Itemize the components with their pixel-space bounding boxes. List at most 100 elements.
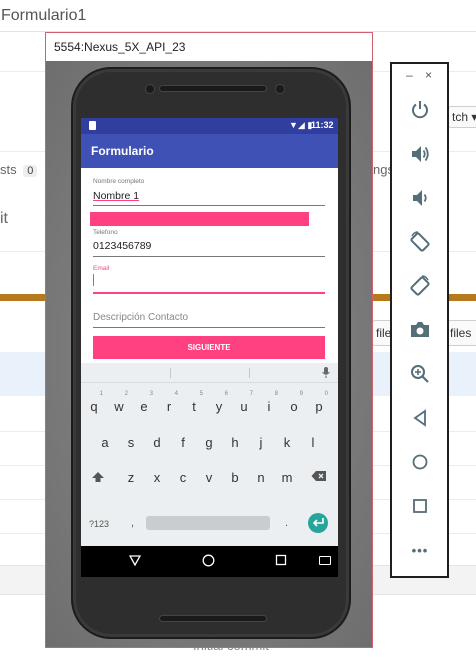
name-label: Nombre completo (93, 178, 145, 185)
key-l[interactable]: l (304, 435, 322, 450)
back-button[interactable] (400, 402, 440, 434)
key-h[interactable]: h (226, 435, 244, 450)
branch-dropdown[interactable]: tch ▾ (448, 106, 476, 128)
proximity-sensor (275, 84, 285, 94)
contact-form: Nombre completo Nombre 1 Telefono 012345… (81, 168, 338, 363)
key-hint: 1 (99, 391, 103, 397)
key-k[interactable]: k (278, 435, 296, 450)
key-c[interactable]: c (174, 470, 192, 485)
space-key[interactable] (146, 516, 270, 530)
comma-key[interactable]: , (131, 517, 134, 529)
key-f[interactable]: f (174, 435, 192, 450)
shift-key[interactable] (89, 470, 107, 487)
back-icon (413, 409, 426, 427)
phone-value: 0123456789 (93, 240, 152, 252)
period-key[interactable]: . (285, 517, 288, 529)
key-hint: 5 (199, 391, 203, 397)
key-label: y (215, 399, 223, 414)
front-camera (145, 84, 155, 94)
volume-up-icon (412, 146, 429, 162)
overview-button[interactable] (400, 490, 440, 522)
key-j[interactable]: j (252, 435, 270, 450)
app-bar-title: Formulario (91, 144, 154, 158)
device-screen[interactable]: ▼◢ ▮ 11:32 Formulario Nombre completo No… (81, 118, 338, 577)
app-bar: Formulario (81, 134, 338, 168)
minimize-button[interactable]: – (406, 68, 413, 82)
recents-nav-icon[interactable] (275, 554, 287, 569)
rotate-left-button[interactable] (400, 226, 440, 258)
key-n[interactable]: n (252, 470, 270, 485)
microphone-icon[interactable] (322, 367, 330, 381)
phone-label: Telefono (93, 229, 118, 236)
key-a[interactable]: a (96, 435, 114, 450)
volume-down-icon (413, 190, 427, 206)
key-w[interactable]: 2w (110, 391, 128, 414)
key-u[interactable]: 7u (235, 391, 253, 414)
key-g[interactable]: g (200, 435, 218, 450)
screenshot-button[interactable] (400, 314, 440, 346)
more-button[interactable]: ••• (400, 534, 440, 566)
volume-up-button[interactable] (400, 138, 440, 170)
volume-down-button[interactable] (400, 182, 440, 214)
key-label: t (192, 399, 196, 414)
keyboard-switch-icon[interactable] (319, 556, 331, 565)
symbols-key[interactable]: ?123 (89, 519, 109, 529)
backspace-key[interactable] (310, 470, 328, 485)
power-icon (412, 101, 428, 119)
description-field[interactable]: Descripción Contacto (93, 312, 188, 323)
changes-tab[interactable]: sts 0 (0, 162, 38, 177)
next-button[interactable]: SIGUIENTE (93, 336, 325, 359)
key-hint: 2 (124, 391, 128, 397)
changes-count-badge: 0 (23, 165, 38, 177)
rotate-right-icon (410, 275, 430, 296)
key-hint: 8 (274, 391, 278, 397)
camera-icon (411, 322, 429, 337)
validation-error-bar (90, 212, 309, 226)
key-z[interactable]: z (122, 470, 140, 485)
key-r[interactable]: 4r (160, 391, 178, 414)
toolbar-window-controls: – × (392, 64, 447, 88)
key-t[interactable]: 5t (185, 391, 203, 414)
key-e[interactable]: 3e (135, 391, 153, 414)
close-button[interactable]: × (425, 68, 432, 82)
key-label: u (240, 399, 248, 414)
key-label: e (140, 399, 148, 414)
key-i[interactable]: 8i (260, 391, 278, 414)
key-m[interactable]: m (278, 470, 296, 485)
key-x[interactable]: x (148, 470, 166, 485)
branch-dropdown-label: tch (452, 110, 469, 124)
navigation-bar (81, 546, 338, 577)
key-y[interactable]: 6y (210, 391, 228, 414)
key-hint: 0 (324, 391, 328, 397)
name-field[interactable]: Nombre 1 (93, 190, 139, 202)
phone-underline (93, 256, 325, 257)
key-d[interactable]: d (148, 435, 166, 450)
emulator-title: 5554:Nexus_5X_API_23 (46, 33, 372, 61)
email-field[interactable] (93, 274, 325, 290)
zoom-button[interactable] (400, 358, 440, 390)
home-nav-icon[interactable] (202, 554, 215, 570)
changes-tab-label: sts (0, 162, 17, 177)
signal-battery-icon: ▼◢ ▮ (289, 120, 313, 130)
home-button[interactable] (400, 446, 440, 478)
key-p[interactable]: 0p (310, 391, 328, 414)
status-bar: ▼◢ ▮ 11:32 (81, 118, 338, 134)
key-v[interactable]: v (200, 470, 218, 485)
key-s[interactable]: s (122, 435, 140, 450)
emulator-toolbar: – × ••• (390, 62, 449, 578)
key-q[interactable]: 1q (85, 391, 103, 414)
back-nav-icon[interactable] (128, 554, 142, 569)
power-button[interactable] (400, 94, 440, 126)
rotate-right-button[interactable] (400, 270, 440, 302)
key-label: r (166, 399, 172, 414)
key-b[interactable]: b (226, 470, 244, 485)
bottom-speaker (159, 615, 267, 622)
enter-key[interactable] (308, 513, 328, 533)
suggestion-strip (81, 363, 338, 383)
phone-field[interactable]: 0123456789 (93, 240, 151, 252)
key-label: q (90, 399, 98, 414)
enter-icon (312, 518, 324, 527)
shift-icon (92, 472, 104, 482)
key-o[interactable]: 9o (285, 391, 303, 414)
status-time: 11:32 (311, 120, 334, 130)
